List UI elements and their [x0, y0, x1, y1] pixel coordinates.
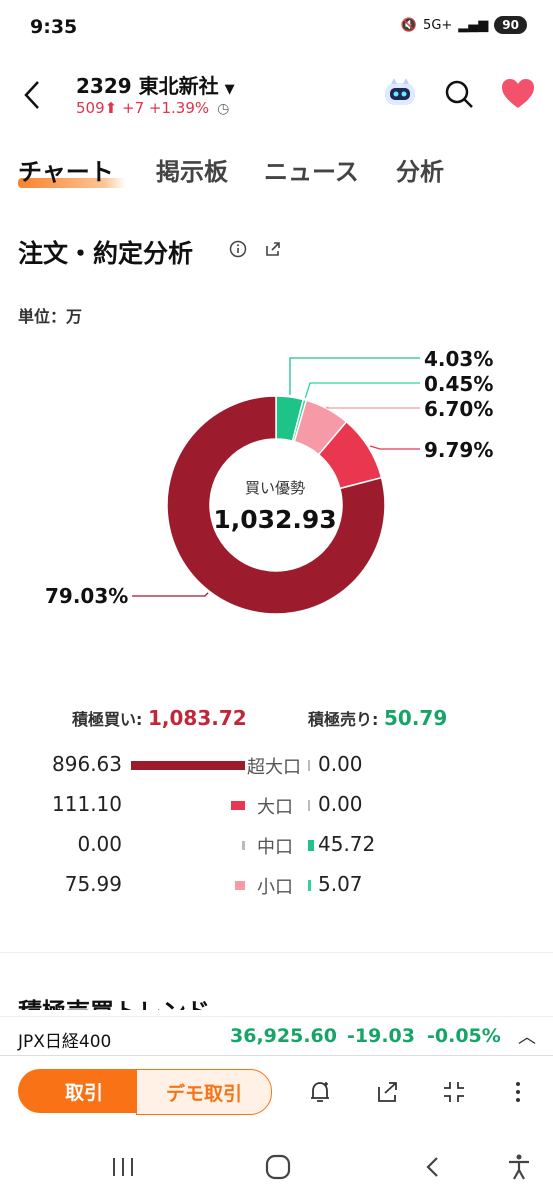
- buy-amount: 111.10: [52, 792, 122, 816]
- size-label: 超大口: [247, 757, 301, 778]
- ticker-change-pct: -0.05%: [427, 1025, 501, 1047]
- donut-center-value: 1,032.93: [213, 505, 337, 534]
- chevron-up-icon[interactable]: ︿: [518, 1023, 536, 1049]
- donut-slice-label: 9.79%: [424, 438, 493, 462]
- index-ticker[interactable]: JPX日経400 36,925.60 -19.03 -0.05% ︿: [0, 1016, 553, 1055]
- collapse-icon[interactable]: [440, 1078, 468, 1106]
- sell-amount: 45.72: [318, 832, 376, 856]
- ticker-change: -19.03: [347, 1025, 415, 1047]
- sell-bar: [308, 840, 314, 851]
- ticker-name: JPX日経400: [18, 1032, 112, 1052]
- tab-chart[interactable]: チャート: [18, 152, 114, 187]
- bottom-action-bar: 取引 デモ取引: [0, 1055, 553, 1134]
- buy-amount: 896.63: [52, 752, 122, 776]
- price-line: 509⬆ +7 +1.39% ◷: [76, 99, 229, 117]
- ticker-value: 36,925.60: [230, 1025, 337, 1047]
- sell-bar: [308, 760, 310, 771]
- sell-bar: [308, 880, 311, 891]
- sell-bar: [308, 800, 310, 811]
- sell-total-label: 積極売り:: [308, 710, 379, 729]
- sell-amount: 0.00: [318, 752, 363, 776]
- status-time: 9:35: [30, 16, 78, 38]
- donut-slice-label: 6.70%: [424, 397, 493, 421]
- home-icon[interactable]: [264, 1153, 292, 1181]
- sell-total: 積極売り: 50.79: [308, 706, 447, 730]
- recent-apps-icon[interactable]: [110, 1155, 136, 1179]
- section-divider: [0, 952, 553, 953]
- accessibility-icon[interactable]: [506, 1153, 532, 1181]
- back-nav-icon[interactable]: [422, 1155, 444, 1179]
- price: 509: [76, 99, 105, 117]
- clock-icon: ◷: [217, 101, 230, 117]
- tab-board[interactable]: 掲示板: [156, 152, 228, 187]
- stock-code-name: 2329 東北新社: [76, 74, 219, 98]
- status-bar: 9:35 🔇 5G+ ▂▄▆ 90: [0, 0, 553, 56]
- leader-line: [325, 406, 420, 409]
- buy-bar: [131, 761, 245, 770]
- donut-center-label: 買い優勢: [244, 479, 305, 497]
- favorite-heart-icon[interactable]: [500, 78, 536, 110]
- leader-line: [369, 445, 420, 450]
- network-label: 5G+: [423, 17, 453, 33]
- leader-line: [304, 382, 420, 399]
- donut-slice-label: 0.45%: [424, 372, 493, 396]
- size-label: 大口: [257, 797, 293, 818]
- trade-button[interactable]: 取引: [18, 1069, 150, 1113]
- tab-news[interactable]: ニュース: [264, 152, 359, 187]
- next-section-title: 積極売買トレンド: [18, 992, 210, 1010]
- alert-bell-icon[interactable]: [306, 1078, 334, 1106]
- unit-label: 単位：万: [18, 307, 83, 326]
- share-icon[interactable]: [374, 1078, 402, 1106]
- back-icon[interactable]: [18, 78, 48, 112]
- status-icons: 🔇 5G+ ▂▄▆ 90: [401, 16, 527, 34]
- leader-line: [132, 592, 209, 597]
- system-nav-bar: [0, 1133, 553, 1200]
- sell-amount: 5.07: [318, 872, 363, 896]
- share-icon[interactable]: [264, 240, 282, 258]
- stock-title[interactable]: 2329 東北新社 ▼: [76, 70, 235, 99]
- size-label: 中口: [257, 837, 293, 858]
- mute-icon: 🔇: [400, 17, 418, 33]
- search-icon[interactable]: [443, 78, 475, 110]
- sell-amount: 0.00: [318, 792, 363, 816]
- buy-total-value: 1,083.72: [147, 706, 247, 730]
- buy-total-label: 積極買い:: [72, 710, 143, 729]
- donut-slice-label: 4.03%: [424, 347, 493, 371]
- buy-amount: 0.00: [77, 832, 122, 856]
- caret-down-icon: ▼: [224, 82, 235, 97]
- buy-bar: [242, 841, 245, 850]
- more-menu-icon[interactable]: [504, 1078, 532, 1106]
- buy-bar: [235, 881, 245, 890]
- buy-bar: [230, 801, 245, 810]
- buy-amount: 75.99: [64, 872, 122, 896]
- change-pct: +1.39%: [148, 99, 210, 117]
- up-arrow-icon: ⬆: [104, 99, 118, 117]
- battery-badge: 90: [494, 16, 527, 34]
- leader-line: [289, 357, 420, 395]
- buy-total: 積極買い: 1,083.72: [72, 706, 247, 730]
- signal-icon: ▂▄▆: [458, 17, 489, 33]
- info-icon[interactable]: [229, 240, 247, 258]
- tab-analysis[interactable]: 分析: [396, 152, 444, 187]
- robot-assistant-icon[interactable]: [381, 75, 419, 109]
- donut-slice-label: 79.03%: [45, 584, 128, 608]
- demo-trade-button[interactable]: デモ取引: [136, 1069, 272, 1115]
- sell-total-value: 50.79: [383, 706, 448, 730]
- size-label: 小口: [257, 877, 293, 898]
- section-title: 注文・約定分析: [18, 239, 194, 268]
- change: +7: [122, 99, 145, 117]
